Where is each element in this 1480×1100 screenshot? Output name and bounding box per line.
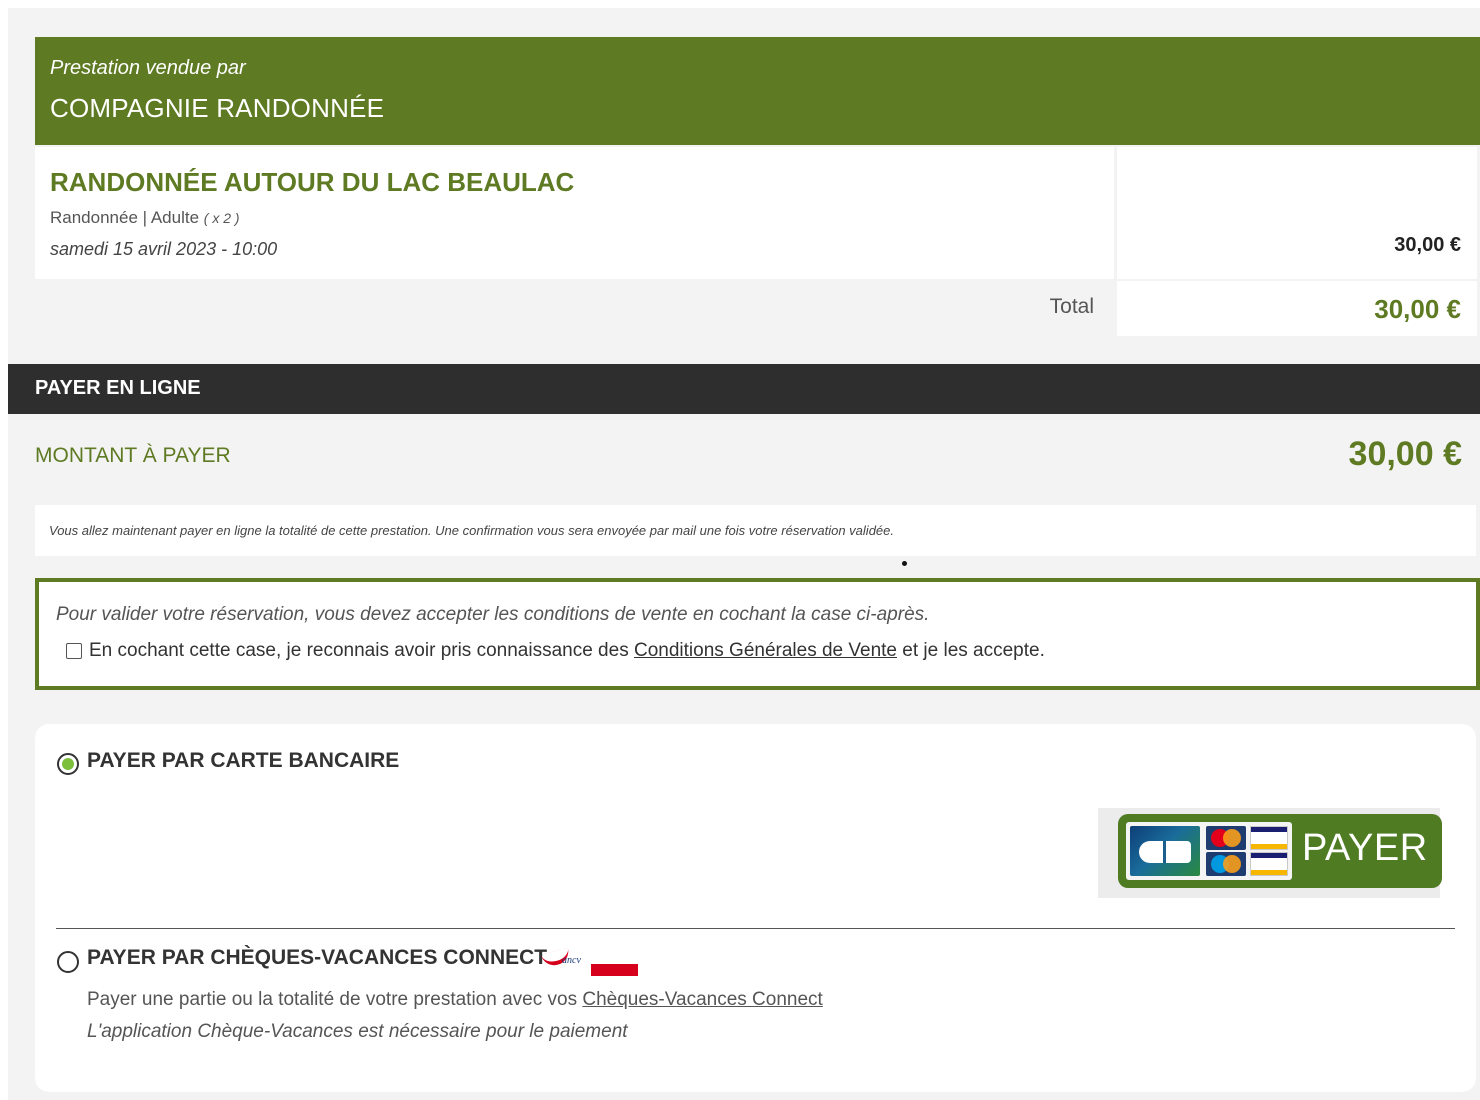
item-title: RANDONNÉE AUTOUR DU LAC BEAULAC [50, 167, 575, 197]
mastercard-icon [1206, 826, 1246, 850]
cgv-intro: Pour valider votre réservation, vous dev… [56, 604, 930, 625]
item-category-text: Randonnée | Adulte [50, 208, 200, 227]
ancv-logo-text: ancv [562, 955, 581, 966]
card-radio[interactable] [57, 753, 79, 775]
card-method-label[interactable]: PAYER PAR CARTE BANCAIRE [87, 749, 399, 773]
amount-value: 30,00 € [1348, 435, 1462, 473]
seller-name: COMPAGNIE RANDONNÉE [50, 93, 385, 123]
payment-notice: Vous allez maintenant payer en ligne la … [35, 505, 1476, 556]
mastercard-circle-orange [1223, 829, 1241, 847]
ancv-description: Payer une partie ou la totalité de votre… [87, 989, 823, 1011]
payment-notice-text: Vous allez maintenant payer en ligne la … [49, 523, 894, 538]
connect-badge-icon [591, 964, 638, 976]
item-quantity: ( x 2 ) [203, 210, 240, 226]
total-label: Total [1049, 295, 1094, 318]
cgv-text-before: En cochant cette case, je reconnais avoi… [89, 640, 629, 661]
item-price: 30,00 € [1394, 234, 1461, 256]
ancv-method-label[interactable]: PAYER PAR CHÈQUES-VACANCES CONNECT [87, 946, 547, 970]
cgv-checkbox[interactable] [66, 643, 82, 659]
visa-icon [1250, 826, 1288, 850]
ancv-note: L'application Chèque-Vacances est nécess… [87, 1021, 628, 1042]
methods-divider [56, 928, 1455, 929]
pay-online-header: PAYER EN LIGNE [8, 364, 1480, 414]
ancv-connect-logo: ancv [538, 947, 642, 979]
pay-button-label: PAYER [1302, 827, 1428, 869]
total-value: 30,00 € [1374, 294, 1461, 324]
dot-marker [902, 561, 907, 566]
amount-label: MONTANT À PAYER [35, 444, 231, 467]
maestro-circle-red [1223, 855, 1241, 873]
pay-button[interactable]: PAYER [1118, 814, 1442, 888]
cb-icon [1130, 826, 1200, 876]
item-category: Randonnée | Adulte ( x 2 ) [50, 208, 240, 228]
pay-online-title: PAYER EN LIGNE [35, 377, 201, 399]
cgv-text-after: et je les accepte. [902, 640, 1045, 661]
cgv-link[interactable]: Conditions Générales de Vente [634, 640, 897, 662]
card-logos [1126, 822, 1292, 880]
ancv-desc-link[interactable]: Chèques-Vacances Connect [582, 989, 822, 1010]
cgv-checkbox-row[interactable]: En cochant cette case, je reconnais avoi… [66, 640, 1045, 662]
pay-button-wrapper: PAYER [1098, 808, 1442, 898]
item-price-cell: 30,00 € [1117, 147, 1477, 279]
item-date: samedi 15 avril 2023 - 10:00 [50, 239, 278, 259]
seller-subtitle: Prestation vendue par [50, 57, 246, 79]
visa-electron-icon [1250, 852, 1288, 876]
payment-methods-panel: PAYER PAR CARTE BANCAIRE PAYER PAYER PAR… [35, 724, 1476, 1092]
maestro-icon [1206, 852, 1246, 876]
ancv-desc-text: Payer une partie ou la totalité de votre… [87, 989, 578, 1010]
seller-header: Prestation vendue par COMPAGNIE RANDONNÉ… [35, 37, 1480, 145]
cgv-box: Pour valider votre réservation, vous dev… [35, 578, 1480, 690]
ancv-radio[interactable] [57, 951, 79, 973]
order-item: RANDONNÉE AUTOUR DU LAC BEAULAC Randonné… [35, 147, 1114, 279]
total-cell: 30,00 € [1117, 281, 1477, 336]
cb-mark [1139, 841, 1191, 863]
